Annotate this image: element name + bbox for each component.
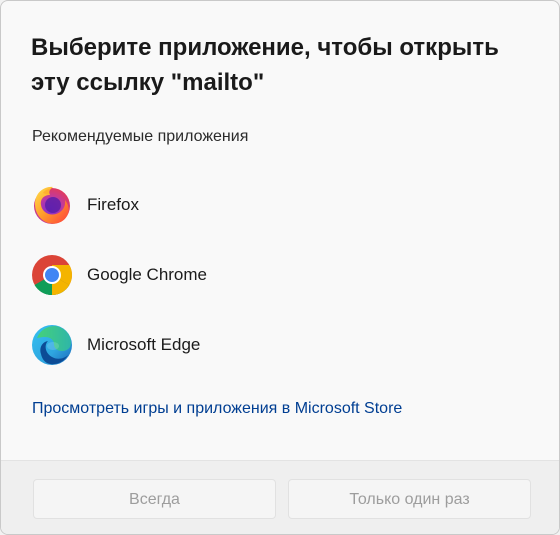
- app-name-chrome: Google Chrome: [87, 265, 208, 284]
- dialog-title: Выберите приложение, чтобы открыть эту с…: [31, 34, 499, 96]
- firefox-icon: [34, 186, 70, 224]
- microsoft-store-link[interactable]: Просмотреть игры и приложения в Microsof…: [32, 398, 402, 420]
- always-button[interactable]: Всегда: [33, 479, 276, 519]
- just-once-button[interactable]: Только один раз: [288, 479, 531, 519]
- chrome-icon: [32, 255, 72, 295]
- app-picker-dialog: Выберите приложение, чтобы открыть эту с…: [0, 0, 560, 535]
- app-name-edge: Microsoft Edge: [87, 335, 201, 354]
- edge-icon: [32, 325, 72, 365]
- dialog-footer: Всегда Только один раз: [1, 460, 559, 534]
- app-item-firefox[interactable]: Firefox: [19, 177, 539, 233]
- recommended-apps-label: Рекомендуемые приложения: [32, 128, 249, 145]
- app-item-chrome[interactable]: Google Chrome: [19, 247, 539, 303]
- app-name-firefox: Firefox: [87, 195, 139, 214]
- app-item-edge[interactable]: Microsoft Edge: [19, 317, 539, 373]
